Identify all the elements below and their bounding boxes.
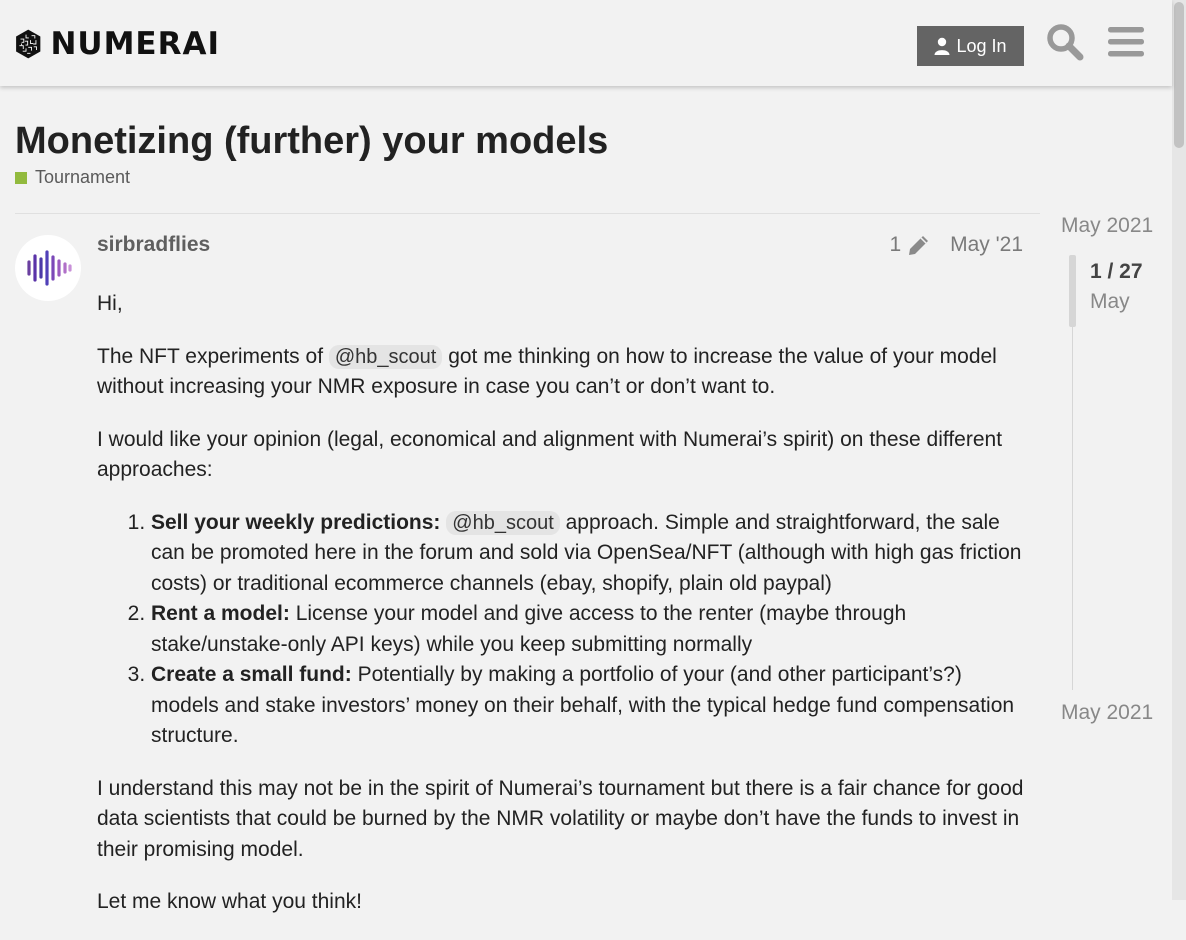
page-scrollbar[interactable]: [1172, 0, 1186, 900]
topic-title[interactable]: Monetizing (further) your models: [15, 120, 608, 163]
approaches-list: Sell your weekly predictions: @hb_scout …: [97, 508, 1027, 752]
logo-text: NUMERAI: [50, 26, 220, 62]
scrollbar-thumb[interactable]: [1174, 2, 1184, 148]
timeline-position: 1 / 27: [1090, 260, 1143, 283]
category-label: Tournament: [35, 167, 131, 187]
timeline-current-month: May: [1090, 290, 1130, 313]
category-badge[interactable]: Tournament: [15, 167, 130, 188]
timeline-start-date[interactable]: May 2021: [1061, 214, 1153, 238]
topic-divider: [15, 213, 1040, 214]
timeline-track[interactable]: [1072, 327, 1073, 690]
user-avatar[interactable]: [15, 235, 81, 301]
site-header: NUMERAI Log In: [0, 0, 1172, 86]
numerai-logo-icon: [16, 29, 41, 59]
edit-history-button[interactable]: 1: [889, 233, 930, 257]
log-in-button[interactable]: Log In: [917, 26, 1024, 66]
category-color-swatch: [15, 171, 27, 184]
timeline-handle[interactable]: [1069, 255, 1076, 327]
pencil-icon: [909, 236, 929, 255]
post-username[interactable]: sirbradflies: [97, 233, 210, 257]
post-date[interactable]: May '21: [950, 233, 1023, 257]
numerai-logo[interactable]: NUMERAI: [15, 17, 220, 71]
list-item: Sell your weekly predictions: @hb_scout …: [151, 508, 1027, 600]
list-item: Create a small fund: Potentially by maki…: [151, 660, 1027, 752]
post-body: Hi, The NFT experiments of @hb_scout got…: [97, 289, 1027, 940]
post-paragraph: I would like your opinion (legal, econom…: [97, 427, 1003, 482]
user-icon: [934, 37, 950, 55]
edit-count: 1: [889, 233, 902, 256]
avatar-waveform-icon: [27, 250, 72, 286]
post-paragraph: I understand this may not be in the spir…: [97, 776, 1024, 861]
post-meta: 1 May '21: [889, 233, 1023, 257]
user-mention[interactable]: @hb_scout: [446, 510, 560, 535]
list-item: Rent a model: License your model and giv…: [151, 599, 1027, 660]
search-icon[interactable]: [1043, 20, 1087, 64]
hamburger-menu-icon[interactable]: [1104, 20, 1148, 64]
log-in-label: Log In: [956, 35, 1007, 56]
post-paragraph: The NFT experiments of @hb_scout got me …: [97, 344, 997, 398]
timeline-end-date[interactable]: May 2021: [1061, 701, 1153, 725]
user-mention[interactable]: @hb_scout: [328, 344, 443, 369]
post-greeting: Hi,: [97, 292, 123, 315]
post-paragraph: Let me know what you think!: [97, 890, 362, 913]
